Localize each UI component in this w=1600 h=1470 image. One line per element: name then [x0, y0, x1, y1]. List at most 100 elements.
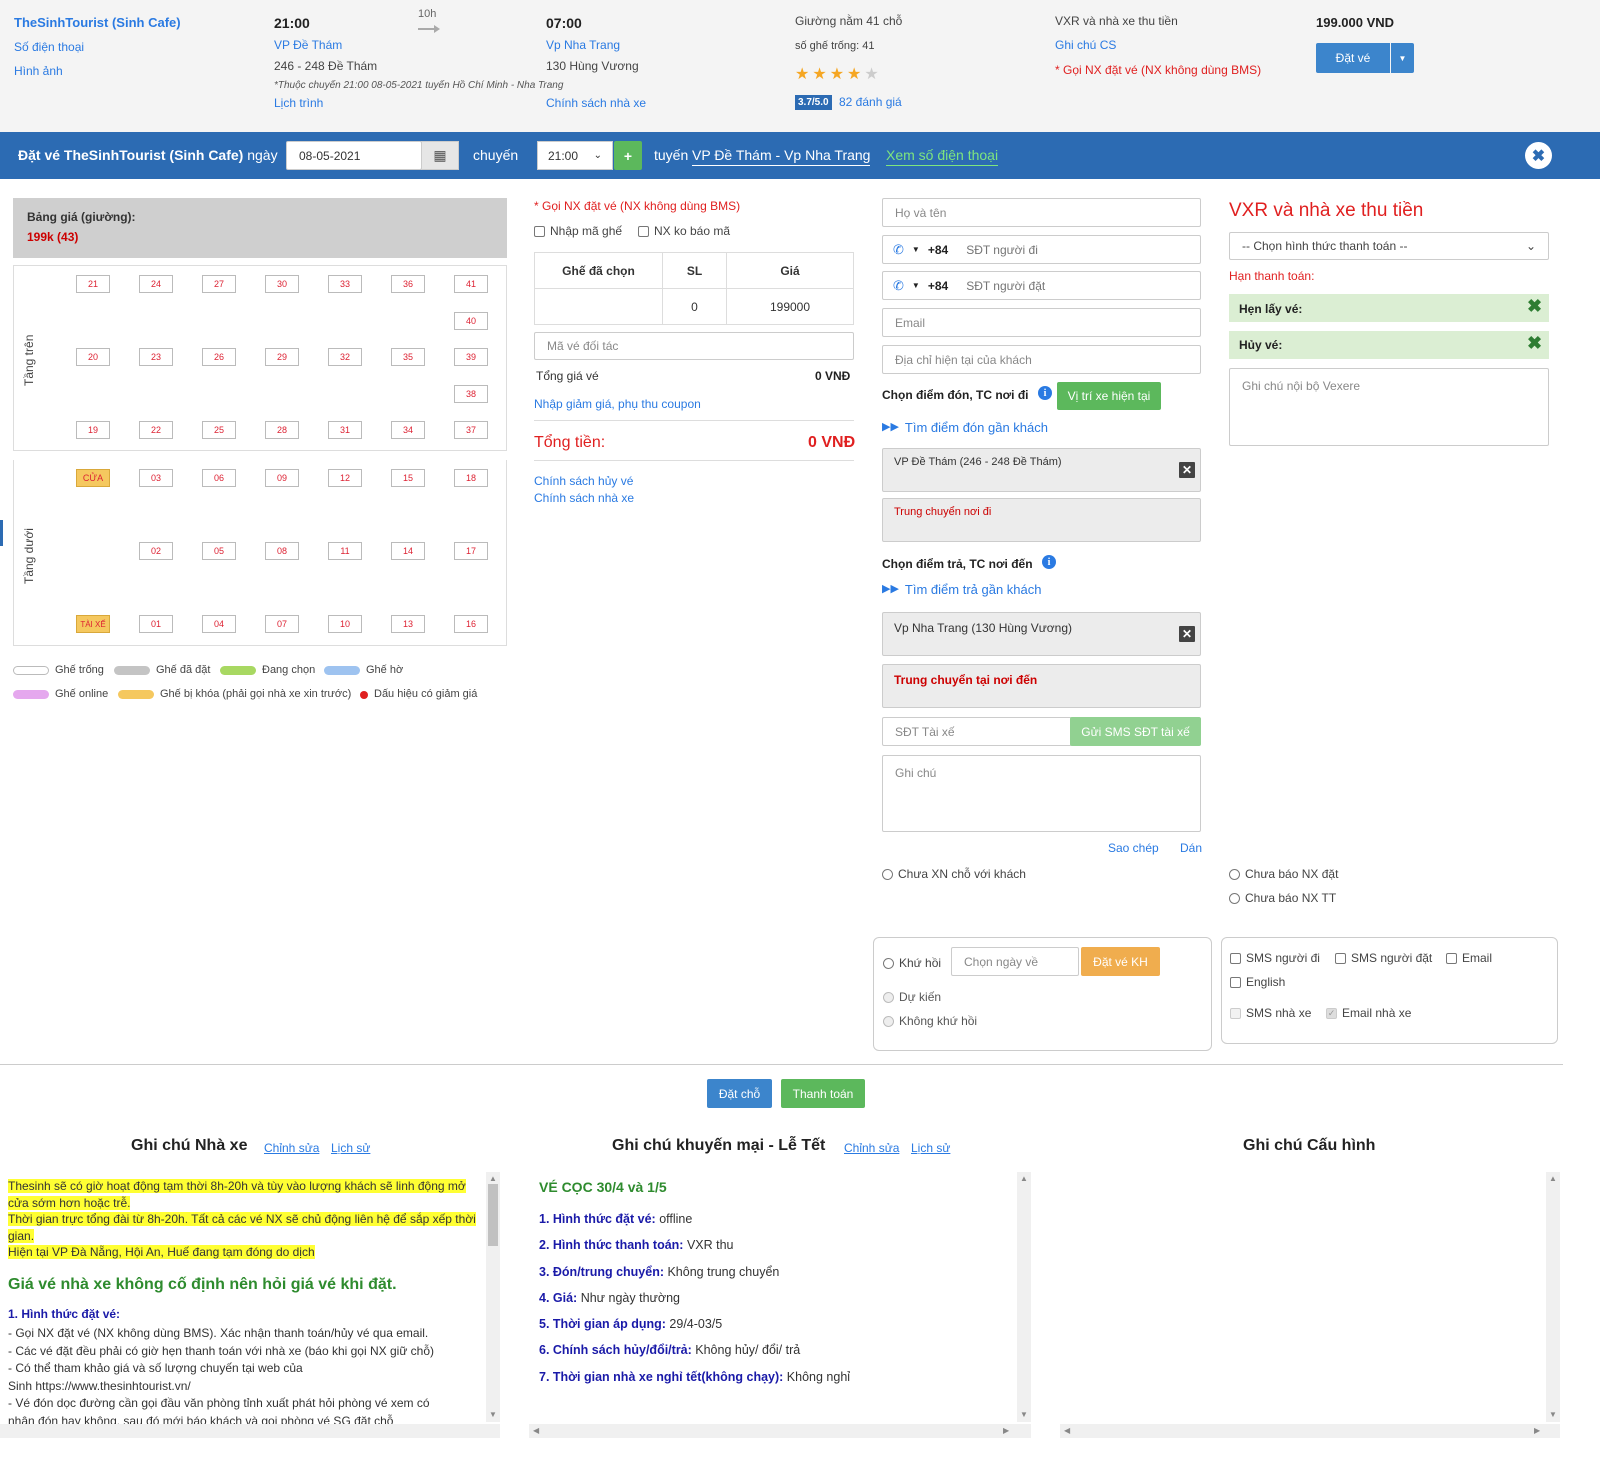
radio[interactable] [882, 868, 893, 880]
route-link[interactable]: VP Đề Thám - Vp Nha Trang [692, 147, 871, 166]
seat[interactable]: 03 [139, 469, 173, 487]
add-trip-button[interactable]: + [614, 141, 642, 170]
scroll-right-icon[interactable]: ▶ [1534, 1426, 1540, 1435]
info-icon[interactable]: i [1038, 386, 1052, 400]
book-return-button[interactable]: Đặt vé KH [1081, 947, 1160, 976]
no-report-code[interactable]: NX ko báo mã [638, 224, 730, 238]
seat[interactable]: 18 [454, 469, 488, 487]
partner-code-input[interactable] [534, 332, 854, 360]
phone-link[interactable]: Số điện thoại [14, 40, 84, 54]
seat[interactable]: 29 [265, 348, 299, 367]
one-way-radio[interactable]: Không khứ hồi [883, 1014, 977, 1028]
seat[interactable]: 23 [139, 348, 173, 367]
sms-operator-checkbox[interactable]: SMS nhà xe [1230, 1006, 1311, 1020]
seat[interactable]: 17 [454, 542, 488, 560]
scrollbar-thumb[interactable] [488, 1184, 498, 1246]
sms-traveler-checkbox[interactable]: SMS người đi [1230, 951, 1320, 965]
images-link[interactable]: Hình ảnh [14, 64, 63, 78]
return-date-input[interactable] [951, 947, 1079, 976]
operator-policy-link[interactable]: Chính sách nhà xe [546, 96, 646, 110]
scroll-up-icon[interactable]: ▲ [1020, 1174, 1028, 1183]
scroll-down-icon[interactable]: ▼ [1020, 1410, 1028, 1419]
enter-seat-code[interactable]: Nhập mã ghế [534, 224, 622, 238]
clear-icon[interactable]: ✕ [1179, 626, 1195, 642]
seat[interactable]: 04 [202, 615, 236, 633]
pickup-point-box[interactable]: VP Đề Thám (246 - 248 Đề Thám) ✕ [882, 448, 1201, 492]
seat[interactable]: 06 [202, 469, 236, 487]
h-scrollbar[interactable]: ◀ ▶ [529, 1424, 1031, 1438]
scroll-up-icon[interactable]: ▲ [1549, 1174, 1557, 1183]
seat[interactable]: 32 [328, 348, 362, 367]
traveler-phone-field[interactable]: ✆ ▼ +84 [882, 235, 1201, 264]
seat[interactable]: CỬA [76, 469, 110, 487]
seat[interactable]: 28 [265, 421, 299, 440]
seat[interactable]: 41 [454, 275, 488, 293]
remove-icon[interactable]: ✖ [1527, 333, 1542, 354]
current-location-button[interactable]: Vị trí xe hiện tại [1057, 382, 1161, 410]
tentative-radio[interactable]: Dự kiến [883, 990, 941, 1004]
close-icon[interactable]: ✖ [1525, 142, 1552, 169]
h-scrollbar[interactable]: ◀ ▶ [1060, 1424, 1560, 1438]
booker-phone-input[interactable] [966, 278, 1147, 293]
seat[interactable]: 40 [454, 311, 488, 330]
info-icon[interactable]: i [1042, 555, 1056, 569]
operator-name[interactable]: TheSinhTourist (Sinh Cafe) [14, 15, 181, 30]
scrollbar[interactable]: ▲ ▼ [1017, 1172, 1031, 1422]
scroll-left-icon[interactable]: ◀ [1064, 1426, 1070, 1435]
seat[interactable]: 26 [202, 348, 236, 367]
view-phone-link[interactable]: Xem số điện thoại [886, 147, 999, 166]
edit-link[interactable]: Chỉnh sửa [264, 1141, 319, 1155]
seat[interactable]: 27 [202, 275, 236, 293]
email-input[interactable] [882, 308, 1201, 337]
seat[interactable]: 38 [454, 384, 488, 403]
reviews-link[interactable]: 82 đánh giá [839, 95, 902, 109]
transfer-from-box[interactable]: Trung chuyển nơi đi [882, 498, 1201, 542]
seat[interactable]: 33 [328, 275, 362, 293]
scroll-right-icon[interactable]: ▶ [1003, 1426, 1009, 1435]
pay-button[interactable]: Thanh toán [781, 1079, 865, 1108]
payment-method-select[interactable]: -- Chọn hình thức thanh toán -- ⌄ [1229, 232, 1549, 260]
seat[interactable]: 31 [328, 421, 362, 440]
not-reported-tt-radio[interactable]: Chưa báo NX TT [1229, 891, 1336, 905]
check-icon[interactable]: ✓ [1326, 1007, 1337, 1019]
checkbox[interactable] [1335, 952, 1346, 964]
seat[interactable]: 21 [76, 275, 110, 293]
checkbox[interactable] [1230, 952, 1241, 964]
seat[interactable]: 19 [76, 421, 110, 440]
operator-policy-link-2[interactable]: Chính sách nhà xe [534, 491, 634, 505]
scroll-left-icon[interactable]: ◀ [533, 1426, 539, 1435]
history-link[interactable]: Lịch sử [331, 1141, 370, 1155]
seat[interactable]: 07 [265, 615, 299, 633]
checkbox[interactable] [534, 225, 545, 237]
cancel-policy-link[interactable]: Chính sách hủy vé [534, 474, 633, 488]
booker-phone-field[interactable]: ✆ ▼ +84 [882, 271, 1201, 300]
note-textarea[interactable] [882, 755, 1201, 832]
edit-link[interactable]: Chỉnh sửa [844, 1141, 899, 1155]
caret-down-icon[interactable]: ▼ [912, 245, 920, 254]
history-link[interactable]: Lịch sử [911, 1141, 950, 1155]
scroll-down-icon[interactable]: ▼ [1549, 1410, 1557, 1419]
seat[interactable]: 39 [454, 348, 488, 367]
seat[interactable]: 35 [391, 348, 425, 367]
find-pickup-link[interactable]: ▶▶ Tìm điểm đón gần khách [882, 420, 1048, 435]
radio[interactable] [883, 1015, 894, 1027]
checkbox[interactable] [1446, 952, 1457, 964]
scrollbar[interactable]: ▲ ▼ [1546, 1172, 1560, 1422]
seat[interactable]: 15 [391, 469, 425, 487]
checkbox[interactable] [638, 225, 649, 237]
seat[interactable]: 02 [139, 542, 173, 560]
seat[interactable]: 08 [265, 542, 299, 560]
date-input[interactable] [286, 141, 422, 170]
seat[interactable]: 01 [139, 615, 173, 633]
seat[interactable]: 24 [139, 275, 173, 293]
radio[interactable] [1229, 892, 1240, 904]
h-scrollbar[interactable] [0, 1424, 500, 1438]
schedule-link[interactable]: Lịch trình [274, 96, 323, 110]
seat[interactable]: 11 [328, 542, 362, 560]
internal-note-textarea[interactable] [1229, 368, 1549, 446]
radio[interactable] [883, 991, 894, 1003]
seat[interactable]: TÀI XẾ [76, 615, 110, 633]
sms-booker-checkbox[interactable]: SMS người đặt [1335, 951, 1432, 965]
caret-down-icon[interactable]: ▼ [912, 281, 920, 290]
cs-note-link[interactable]: Ghi chú CS [1055, 38, 1116, 52]
